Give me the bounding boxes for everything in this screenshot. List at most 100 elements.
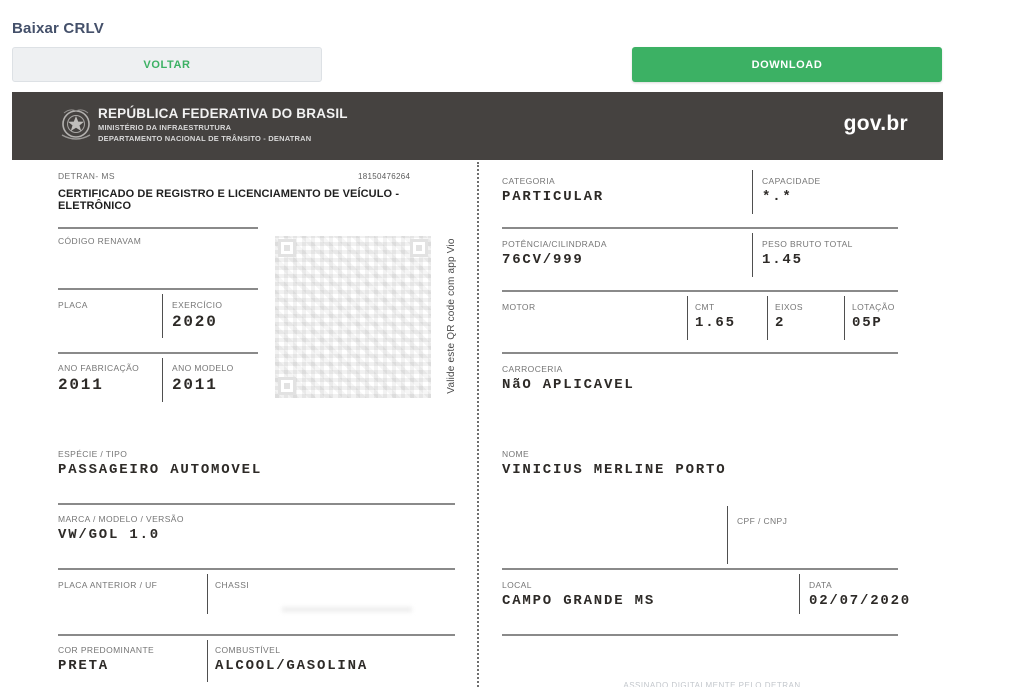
qr-eye-icon — [278, 239, 296, 257]
field-cpf-cnpj: CPF / CNPJ — [737, 516, 787, 529]
divider-line — [752, 233, 753, 277]
field-especie-tipo-label: ESPÉCIE / TIPO — [58, 449, 128, 459]
field-potencia-cilindrada-value: 76CV/999 — [502, 252, 584, 268]
column-divider — [477, 162, 479, 687]
divider-line — [752, 170, 753, 214]
divider-line — [162, 294, 163, 338]
divider-line — [207, 640, 208, 682]
baixar-crlv-page: Baixar CRLV VOLTAR DOWNLOAD REPÚBLICA FE… — [0, 0, 1024, 687]
divider-line — [207, 574, 208, 614]
field-cmt: CMT 1.65 — [695, 302, 736, 331]
voltar-button[interactable]: VOLTAR — [12, 47, 322, 82]
field-especie-tipo: ESPÉCIE / TIPO PASSAGEIRO AUTOMOVEL — [58, 449, 262, 478]
field-combustivel-label: COMBUSTÍVEL — [215, 645, 281, 655]
field-data-label: DATA — [809, 580, 833, 590]
field-placa: PLACA — [58, 300, 88, 313]
field-placa-label: PLACA — [58, 300, 88, 310]
field-eixos-value: 2 — [775, 315, 786, 331]
field-chassi-label: CHASSI — [215, 580, 250, 590]
divider-line — [58, 634, 455, 636]
divider-line — [767, 296, 768, 340]
qr-code-icon — [275, 236, 431, 398]
download-button[interactable]: DOWNLOAD — [632, 47, 942, 82]
field-cor-predominante: COR PREDOMINANTE PRETA — [58, 645, 154, 674]
field-eixos: EIXOS 2 — [775, 302, 803, 331]
divider-line — [502, 634, 898, 636]
divider-line — [162, 358, 163, 402]
field-lotacao-value: 05P — [852, 315, 883, 331]
gov-header-text: REPÚBLICA FEDERATIVA DO BRASIL MINISTÉRI… — [98, 106, 348, 143]
field-capacidade: CAPACIDADE *.* — [762, 176, 821, 205]
field-ano-fabricacao: ANO FABRICAÇÃO 2011 — [58, 363, 139, 394]
field-codigo-renavam-label: CÓDIGO RENAVAM — [58, 236, 142, 246]
field-ano-modelo: ANO MODELO 2011 — [172, 363, 234, 394]
field-peso-bruto-total-label: PESO BRUTO TOTAL — [762, 239, 853, 249]
field-nome-label: NOME — [502, 449, 530, 459]
field-ano-modelo-label: ANO MODELO — [172, 363, 234, 373]
field-lotacao: LOTAÇÃO 05P — [852, 302, 895, 331]
field-categoria-value: PARTICULAR — [502, 189, 605, 205]
digital-signature-note: ASSINADO DIGITALMENTE PELO DETRAN — [623, 681, 801, 687]
divider-line — [844, 296, 845, 340]
page-title: Baixar CRLV — [12, 20, 104, 37]
field-potencia-cilindrada: POTÊNCIA/CILINDRADA 76CV/999 — [502, 239, 607, 268]
field-cpf-cnpj-label: CPF / CNPJ — [737, 516, 788, 526]
govbr-logo: gov.br — [843, 112, 908, 135]
field-eixos-label: EIXOS — [775, 302, 803, 312]
field-carroceria-label: CARROCERIA — [502, 364, 563, 374]
republic-title: REPÚBLICA FEDERATIVA DO BRASIL — [98, 106, 348, 121]
crlv-document: DETRAN- MS 18150476264 CERTIFICADO DE RE… — [12, 160, 943, 687]
field-categoria-label: CATEGORIA — [502, 176, 556, 186]
field-potencia-cilindrada-label: POTÊNCIA/CILINDRADA — [502, 239, 607, 249]
field-capacidade-label: CAPACIDADE — [762, 176, 821, 186]
field-motor-label: MOTOR — [502, 302, 536, 312]
field-cor-predominante-value: PRETA — [58, 658, 110, 674]
field-cmt-label: CMT — [695, 302, 715, 312]
field-local-label: LOCAL — [502, 580, 532, 590]
divider-line — [502, 290, 898, 292]
field-codigo-renavam: CÓDIGO RENAVAM — [58, 236, 141, 249]
field-categoria: CATEGORIA PARTICULAR — [502, 176, 604, 205]
field-peso-bruto-total-value: 1.45 — [762, 252, 803, 268]
field-carroceria: CARROCERIA NãO APLICAVEL — [502, 364, 635, 393]
document-number: 18150476264 — [358, 172, 411, 181]
field-ano-modelo-value: 2011 — [172, 376, 218, 394]
field-local: LOCAL CAMPO GRANDE MS — [502, 580, 655, 609]
divider-line — [502, 568, 898, 570]
divider-line — [502, 352, 898, 354]
qr-eye-icon — [410, 239, 428, 257]
chassi-redacted-value — [282, 607, 412, 612]
field-nome-value: VINICIUS MERLINE PORTO — [502, 462, 727, 478]
field-carroceria-value: NãO APLICAVEL — [502, 377, 635, 393]
department-subtitle: DEPARTAMENTO NACIONAL DE TRÂNSITO - DENA… — [98, 134, 312, 143]
divider-line — [58, 352, 258, 354]
issuer-label: DETRAN- MS — [58, 171, 115, 181]
field-data: DATA 02/07/2020 — [809, 580, 911, 609]
qr-caption: Valide este QR code com app Vio — [446, 238, 457, 394]
divider-line — [58, 288, 258, 290]
field-data-value: 02/07/2020 — [809, 593, 912, 609]
field-capacidade-value: *.* — [762, 189, 793, 205]
field-placa-anterior-uf: PLACA ANTERIOR / UF — [58, 580, 157, 593]
divider-line — [727, 506, 728, 564]
field-combustivel: COMBUSTÍVEL ALCOOL/GASOLINA — [215, 645, 368, 674]
field-nome: NOME VINICIUS MERLINE PORTO — [502, 449, 726, 478]
field-peso-bruto-total: PESO BRUTO TOTAL 1.45 — [762, 239, 853, 268]
field-cor-predominante-label: COR PREDOMINANTE — [58, 645, 155, 655]
field-especie-tipo-value: PASSAGEIRO AUTOMOVEL — [58, 462, 263, 478]
divider-line — [687, 296, 688, 340]
divider-line — [58, 227, 258, 229]
field-chassi: CHASSI — [215, 580, 249, 593]
field-cmt-value: 1.65 — [695, 315, 736, 331]
field-exercicio-label: EXERCÍCIO — [172, 300, 223, 310]
field-placa-anterior-uf-label: PLACA ANTERIOR / UF — [58, 580, 158, 590]
field-marca-modelo-versao-label: MARCA / MODELO / VERSÃO — [58, 514, 184, 524]
field-lotacao-label: LOTAÇÃO — [852, 302, 895, 312]
divider-line — [502, 227, 898, 229]
document-title: CERTIFICADO DE REGISTRO E LICENCIAMENTO … — [58, 188, 400, 212]
field-ano-fabricacao-value: 2011 — [58, 376, 104, 394]
divider-line — [58, 503, 455, 505]
brasil-coat-of-arms-icon — [58, 105, 94, 152]
field-marca-modelo-versao-value: VW/GOL 1.0 — [58, 527, 161, 543]
gov-header: REPÚBLICA FEDERATIVA DO BRASIL MINISTÉRI… — [12, 92, 943, 160]
